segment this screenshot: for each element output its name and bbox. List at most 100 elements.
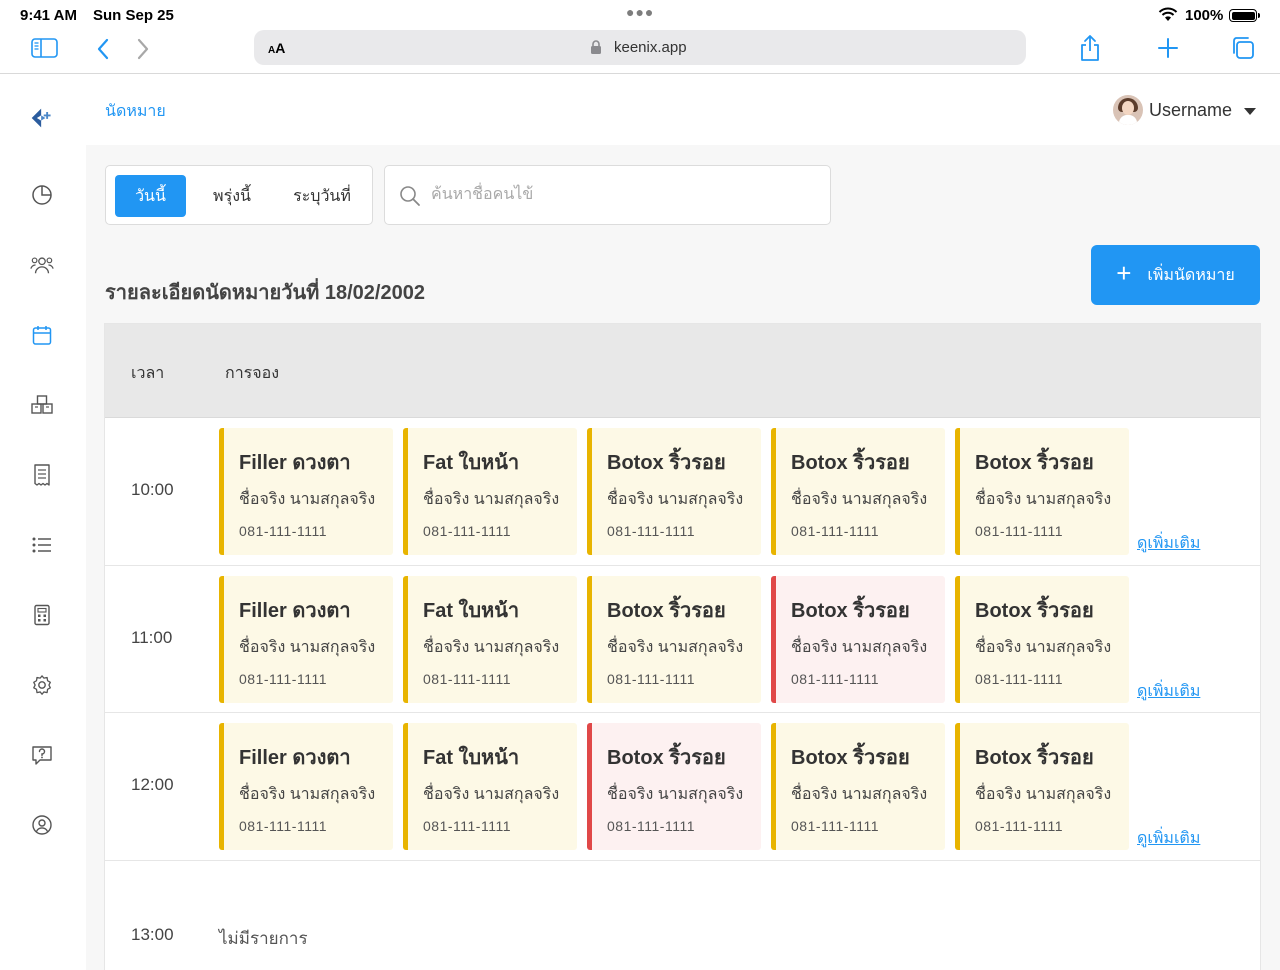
patient-phone: 081-111-1111 bbox=[239, 818, 327, 834]
patient-phone: 081-111-1111 bbox=[791, 523, 879, 539]
username: Username bbox=[1148, 99, 1232, 120]
back-icon[interactable] bbox=[96, 38, 110, 60]
calculator-icon[interactable] bbox=[30, 603, 54, 627]
patient-name: ชื่อจริง นามสกุลจริง bbox=[607, 491, 744, 508]
appointment-card[interactable]: Botox ริ้วรอย ชื่อจริง นามสกุลจริง 081-111… bbox=[955, 428, 1129, 555]
view-more-link[interactable]: ดูเพิ่มเติม bbox=[1137, 531, 1200, 556]
table-row-empty: 13:00 ไม่มีรายการ bbox=[105, 861, 1260, 970]
appointment-card[interactable]: Botox ริ้วรอยชื่อจริง นามสกุลจริง 081-111… bbox=[955, 723, 1129, 850]
text-size-button[interactable]: AA bbox=[268, 40, 285, 56]
status-date: Sun Sep 25 bbox=[93, 7, 174, 24]
patient-phone: 081-111-1111 bbox=[607, 523, 695, 539]
sidebar bbox=[0, 75, 86, 970]
appointment-table: เวลา การจอง 10:00 Filler ดวงตา ชื่อจริง นา… bbox=[104, 323, 1261, 970]
user-menu[interactable]: Username bbox=[1112, 95, 1256, 125]
filter-today-button[interactable]: วันนี้ bbox=[115, 175, 186, 217]
appointment-title: Filler ดวงตา bbox=[239, 747, 351, 769]
appointment-title: Botox ริ้วรอย bbox=[975, 599, 1094, 622]
column-header-booking: การจอง bbox=[225, 365, 280, 382]
filter-pick-date-button[interactable]: ระบุวันที่ bbox=[278, 175, 366, 217]
chevron-down-icon bbox=[1244, 107, 1256, 115]
table-row: 12:00 Filler ดวงตา ชื่อจริง นามสกุลจริง 081… bbox=[105, 713, 1260, 861]
appointment-title: Filler ดวงตา bbox=[239, 599, 351, 622]
patient-phone: 081-111-1111 bbox=[975, 670, 1063, 687]
patient-name: ชื่อจริง นามสกุลจริง bbox=[423, 491, 560, 508]
patient-phone: 081-111-1111 bbox=[239, 670, 327, 687]
row-time: 10:00 bbox=[131, 480, 174, 499]
profile-icon[interactable] bbox=[30, 813, 54, 837]
patient-phone: 081-111-1111 bbox=[607, 818, 695, 834]
view-more-link[interactable]: ดูเพิ่มเติม bbox=[1137, 826, 1200, 851]
table-header: เวลา การจอง bbox=[105, 324, 1260, 418]
wifi-icon bbox=[1158, 7, 1178, 26]
multitasking-dots-icon[interactable]: ●●● bbox=[626, 4, 654, 20]
calendar-icon[interactable] bbox=[30, 323, 54, 347]
appointment-title: Botox ริ้วรอย bbox=[975, 747, 1094, 769]
patient-name: ชื่อจริง นามสกุลจริง bbox=[607, 638, 744, 656]
row-time: 11:00 bbox=[131, 627, 173, 647]
add-appointment-button[interactable]: + เพิ่มนัดหมาย bbox=[1091, 245, 1260, 305]
forward-icon[interactable] bbox=[136, 38, 150, 60]
patient-name: ชื่อจริง นามสกุลจริง bbox=[975, 638, 1112, 656]
appointment-card[interactable]: Botox ริ้วรอย ชื่อจริง นามสกุลจริง 081-111… bbox=[771, 428, 945, 555]
receipt-icon[interactable] bbox=[30, 463, 54, 487]
table-row: 10:00 Filler ดวงตา ชื่อจริง นามสกุลจริง 081… bbox=[105, 418, 1260, 566]
appointment-card[interactable]: Fat ใบหน้า ชื่อจริง นามสกุลจริง 081-111-11… bbox=[403, 575, 577, 703]
users-icon[interactable] bbox=[30, 253, 54, 277]
appointment-title: Botox ริ้วรอย bbox=[975, 452, 1094, 474]
appointment-card[interactable]: Botox ริ้วรอย ชื่อจริง นามสกุลจริง 081-111… bbox=[771, 575, 945, 703]
appointment-card[interactable]: Botox ริ้วรอยชื่อจริง นามสกุลจริง 081-111… bbox=[771, 723, 945, 850]
share-icon[interactable] bbox=[1079, 34, 1101, 62]
appointment-title: Botox ริ้วรอย bbox=[791, 452, 910, 474]
help-icon[interactable] bbox=[30, 743, 54, 767]
appointment-card[interactable]: Filler ดวงตา ชื่อจริง นามสกุลจริง 081-111-… bbox=[219, 428, 393, 555]
appointment-card[interactable]: Fat ใบหน้า ชื่อจริง นามสกุลจริง 081-111-11… bbox=[403, 723, 577, 850]
appointment-card[interactable]: Botox ริ้วรอย ชื่อจริง นามสกุลจริง 081-111… bbox=[587, 575, 761, 703]
main-content: วันนี้ พรุ่งนี้ ระบุวันที่ รายละเอียดนัด… bbox=[86, 145, 1280, 970]
column-header-time: เวลา bbox=[131, 365, 165, 382]
appointment-card[interactable]: Botox ริ้วรอย ชื่อจริง นามสกุลจริง 081-111… bbox=[587, 428, 761, 555]
add-appointment-label: เพิ่มนัดหมาย bbox=[1147, 266, 1235, 284]
dashboard-icon[interactable] bbox=[30, 183, 54, 207]
appointment-card[interactable]: Botox ริ้วรอยชื่อจริง นามสกุลจริง 081-111… bbox=[955, 575, 1129, 703]
page-title: รายละเอียดนัดหมายวันที่ 18/02/2002 bbox=[105, 282, 425, 304]
patient-phone: 081-111-1111 bbox=[975, 818, 1063, 834]
appointment-card[interactable]: Botox ริ้วรอย ชื่อจริง นามสกุลจริง 081-111… bbox=[587, 723, 761, 850]
patient-phone: 081-111-1111 bbox=[975, 523, 1063, 539]
address-bar[interactable]: AA keenix.app bbox=[254, 30, 1026, 65]
patient-name: ชื่อจริง นามสกุลจริง bbox=[791, 786, 928, 803]
appointment-title: Botox ริ้วรอย bbox=[791, 599, 910, 622]
avatar bbox=[1112, 95, 1143, 125]
appointment-card[interactable]: Filler ดวงตา ชื่อจริง นามสกุลจริง 081-111-… bbox=[219, 575, 393, 703]
patient-phone: 081-111-1111 bbox=[791, 818, 879, 834]
appointment-title: Botox ริ้วรอย bbox=[607, 599, 726, 622]
settings-icon[interactable] bbox=[30, 673, 54, 697]
page-header: นัดหมาย Username bbox=[86, 75, 1280, 145]
appointment-title: Botox ริ้วรอย bbox=[791, 747, 910, 769]
text-size-large-glyph: A bbox=[275, 40, 286, 56]
patient-name: ชื่อจริง นามสกุลจริง bbox=[975, 786, 1112, 803]
appointment-card[interactable]: Fat ใบหน้า ชื่อจริง นามสกุลจริง 081-111-11… bbox=[403, 428, 577, 555]
list-icon[interactable] bbox=[30, 533, 54, 557]
tabs-icon[interactable] bbox=[1231, 36, 1255, 60]
logo-icon[interactable] bbox=[30, 106, 54, 130]
patient-phone: 081-111-1111 bbox=[423, 670, 511, 687]
patient-name: ชื่อจริง นามสกุลจริง bbox=[607, 786, 744, 803]
new-tab-icon[interactable] bbox=[1157, 37, 1179, 59]
row-time: 13:00 bbox=[131, 924, 174, 944]
date-filter-group: วันนี้ พรุ่งนี้ ระบุวันที่ bbox=[105, 165, 373, 225]
patient-phone: 081-111-1111 bbox=[423, 523, 511, 539]
sidebar-toggle-icon[interactable] bbox=[31, 38, 58, 58]
inventory-icon[interactable] bbox=[30, 393, 54, 417]
patient-phone: 081-111-1111 bbox=[423, 818, 511, 834]
patient-phone: 081-111-1111 bbox=[239, 523, 327, 539]
filter-tomorrow-button[interactable]: พรุ่งนี้ bbox=[196, 175, 268, 217]
table-row: 11:00 Filler ดวงตา ชื่อจริง นามสกุลจริง 081… bbox=[105, 566, 1260, 713]
browser-toolbar: AA keenix.app bbox=[0, 30, 1280, 74]
search-input[interactable] bbox=[431, 181, 811, 209]
breadcrumb[interactable]: นัดหมาย bbox=[105, 99, 166, 124]
patient-name: ชื่อจริง นามสกุลจริง bbox=[791, 638, 928, 656]
appointment-card[interactable]: Filler ดวงตา ชื่อจริง นามสกุลจริง 081-111-… bbox=[219, 723, 393, 850]
plus-icon: + bbox=[1116, 258, 1132, 288]
view-more-link[interactable]: ดูเพิ่มเติม bbox=[1137, 679, 1200, 704]
